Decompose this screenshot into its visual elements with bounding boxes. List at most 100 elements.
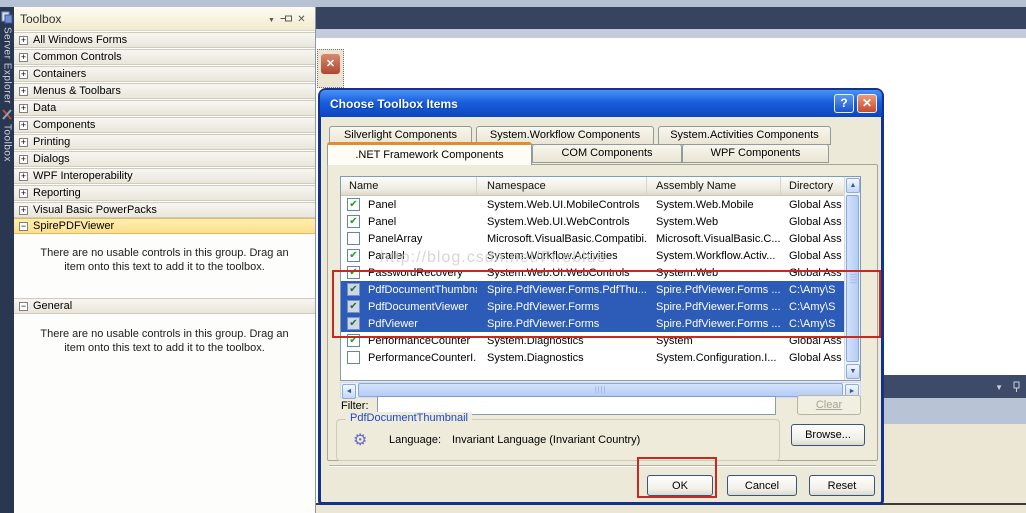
tab-com-components[interactable]: COM Components	[532, 144, 682, 163]
toolbox-group-all-windows-forms[interactable]: All Windows Forms	[14, 32, 315, 48]
toolbox-group-reporting[interactable]: Reporting	[14, 185, 315, 201]
cell-name: Panel	[341, 198, 477, 211]
right-panel-header[interactable]	[884, 375, 1026, 398]
sidebar-item-server-explorer[interactable]: Server Explorer	[0, 7, 14, 104]
column-header-name[interactable]: Name	[341, 177, 477, 195]
toolbox-group-visual-basic-powerpacks[interactable]: Visual Basic PowerPacks	[14, 202, 315, 218]
dialog-titlebar[interactable]: Choose Toolbox Items	[320, 90, 882, 117]
toolbox-titlebar: Toolbox	[14, 7, 315, 31]
toolbox-empty-message: There are no usable controls in this gro…	[34, 246, 296, 274]
row-checkbox[interactable]	[347, 351, 360, 364]
toolbox-group-general[interactable]: General	[14, 298, 315, 314]
toolbox-group-label: All Windows Forms	[33, 34, 127, 46]
column-header-namespace[interactable]: Namespace	[477, 177, 647, 195]
table-row[interactable]: PanelSystem.Web.UI.WebControlsSystem.Web…	[341, 213, 844, 230]
sidebar-item-toolbox[interactable]: Toolbox	[0, 104, 14, 162]
toolbox-group-common-controls[interactable]: Common Controls	[14, 49, 315, 65]
collapse-icon[interactable]	[19, 302, 28, 311]
expand-icon[interactable]	[19, 155, 28, 164]
cell-assembly: System.Web.Mobile	[647, 199, 781, 211]
toolbox-group-label: Data	[33, 102, 56, 114]
reset-button[interactable]: Reset	[809, 475, 875, 496]
language-value: Invariant Language (Invariant Country)	[452, 434, 640, 446]
close-icon[interactable]	[294, 12, 309, 26]
window-menu-icon[interactable]	[264, 12, 279, 26]
table-row[interactable]: PanelArrayMicrosoft.VisualBasic.Compatib…	[341, 230, 844, 247]
cell-namespace: System.Web.UI.MobileControls	[477, 199, 647, 211]
expand-icon[interactable]	[19, 87, 28, 96]
hidden-window-close-tab	[317, 49, 344, 88]
component-name: Panel	[368, 216, 396, 228]
scroll-down-icon[interactable]	[846, 364, 860, 379]
component-name: PerformanceCounterI...	[368, 352, 477, 364]
tab-wpf-components[interactable]: WPF Components	[682, 144, 829, 163]
toolbox-group-components[interactable]: Components	[14, 117, 315, 133]
tab-net-framework-components[interactable]: .NET Framework Components	[327, 142, 532, 165]
close-icon[interactable]	[857, 94, 877, 113]
toolbox-group-menus-toolbars[interactable]: Menus & Toolbars	[14, 83, 315, 99]
expand-icon[interactable]	[19, 206, 28, 215]
column-header-assembly[interactable]: Assembly Name	[647, 177, 781, 195]
clear-button[interactable]: Clear	[797, 395, 861, 415]
toolbox-group-label: Reporting	[33, 187, 81, 199]
component-gear-icon	[353, 430, 367, 450]
chevron-down-icon[interactable]	[995, 381, 1003, 393]
scroll-left-icon[interactable]	[342, 384, 356, 399]
expand-icon[interactable]	[19, 189, 28, 198]
cell-assembly: System.Web	[647, 216, 781, 228]
scroll-up-icon[interactable]	[846, 178, 860, 193]
top-window-strip	[0, 0, 1026, 7]
cell-assembly: System.Workflow.Activ...	[647, 250, 781, 262]
cell-assembly: System.Configuration.I...	[647, 352, 781, 364]
sidebar-item-label: Server Explorer	[2, 27, 13, 104]
toolbox-group-printing[interactable]: Printing	[14, 134, 315, 150]
row-checkbox[interactable]	[347, 232, 360, 245]
table-header: Name Namespace Assembly Name Directory	[341, 177, 844, 196]
toolbox-group-wpf-interoperability[interactable]: WPF Interoperability	[14, 168, 315, 184]
expand-icon[interactable]	[19, 121, 28, 130]
toolbox-group-containers[interactable]: Containers	[14, 66, 315, 82]
annotation-box-selected-rows	[332, 270, 881, 338]
toolbox-panel: Toolbox All Windows Forms Common Controls…	[14, 7, 316, 513]
dialog-title: Choose Toolbox Items	[330, 97, 831, 111]
cell-name: PerformanceCounterI...	[341, 351, 477, 364]
sidebar-item-label: Toolbox	[2, 124, 13, 162]
expand-icon[interactable]	[19, 70, 28, 79]
cell-namespace: Microsoft.VisualBasic.Compatibi...	[477, 233, 647, 245]
toolbox-group-label: Printing	[33, 136, 70, 148]
expand-icon[interactable]	[19, 138, 28, 147]
annotation-box-ok-button	[637, 457, 717, 498]
help-icon[interactable]	[834, 94, 854, 113]
close-icon[interactable]	[320, 53, 341, 75]
browse-button[interactable]: Browse...	[791, 424, 865, 446]
dialog-divider	[329, 465, 876, 467]
toolbox-group-label: Common Controls	[33, 51, 122, 63]
scrollbar-thumb[interactable]	[358, 383, 843, 397]
row-checkbox[interactable]	[347, 198, 360, 211]
cancel-button[interactable]: Cancel	[727, 475, 797, 496]
expand-icon[interactable]	[19, 172, 28, 181]
detail-group-title: PdfDocumentThumbnail	[346, 412, 472, 424]
table-row[interactable]: PerformanceCounterI...System.Diagnostics…	[341, 349, 844, 366]
expand-icon[interactable]	[19, 53, 28, 62]
language-label: Language:	[389, 434, 441, 446]
toolbox-group-data[interactable]: Data	[14, 100, 315, 116]
tab-system-activities-components[interactable]: System.Activities Components	[658, 126, 831, 145]
toolbox-group-spirepdfviewer[interactable]: SpirePDFViewer	[14, 218, 315, 234]
toolbox-group-dialogs[interactable]: Dialogs	[14, 151, 315, 167]
table-row[interactable]: PanelSystem.Web.UI.MobileControlsSystem.…	[341, 196, 844, 213]
background-band-top	[316, 7, 1026, 29]
cell-directory: Global Ass	[781, 352, 844, 364]
row-checkbox[interactable]	[347, 249, 360, 262]
toolbox-icon	[1, 108, 13, 121]
toolbox-group-label: Containers	[33, 68, 86, 80]
expand-icon[interactable]	[19, 36, 28, 45]
row-checkbox[interactable]	[347, 215, 360, 228]
pin-icon[interactable]	[1011, 381, 1022, 392]
column-header-directory[interactable]: Directory	[781, 177, 844, 195]
cell-directory: Global Ass	[781, 199, 844, 211]
expand-icon[interactable]	[19, 104, 28, 113]
cell-namespace: System.Diagnostics	[477, 352, 647, 364]
auto-hide-pin-icon[interactable]	[279, 12, 294, 26]
collapse-icon[interactable]	[19, 222, 28, 231]
